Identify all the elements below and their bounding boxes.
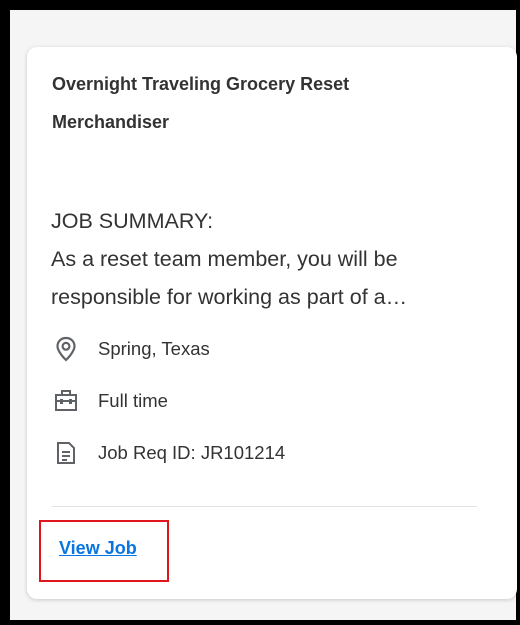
location-pin-icon (52, 335, 80, 363)
document-icon (52, 439, 80, 467)
card-divider (52, 506, 477, 507)
job-title[interactable]: Overnight Traveling Grocery Reset Mercha… (52, 65, 452, 141)
job-summary-heading: JOB SUMMARY: (51, 209, 214, 233)
location-row: Spring, Texas (52, 335, 210, 363)
view-job-link[interactable]: View Job (59, 538, 137, 559)
req-id-text: Job Req ID: JR101214 (98, 442, 286, 463)
briefcase-icon (52, 387, 80, 415)
screen-frame: Overnight Traveling Grocery Reset Mercha… (10, 10, 517, 620)
location-text: Spring, Texas (98, 338, 210, 359)
time-type-text: Full time (98, 390, 168, 411)
time-type-row: Full time (52, 387, 168, 415)
job-summary-text: As a reset team member, you will be resp… (51, 247, 408, 309)
req-id-row: Job Req ID: JR101214 (52, 439, 285, 467)
job-summary: JOB SUMMARY: As a reset team member, you… (51, 202, 471, 316)
